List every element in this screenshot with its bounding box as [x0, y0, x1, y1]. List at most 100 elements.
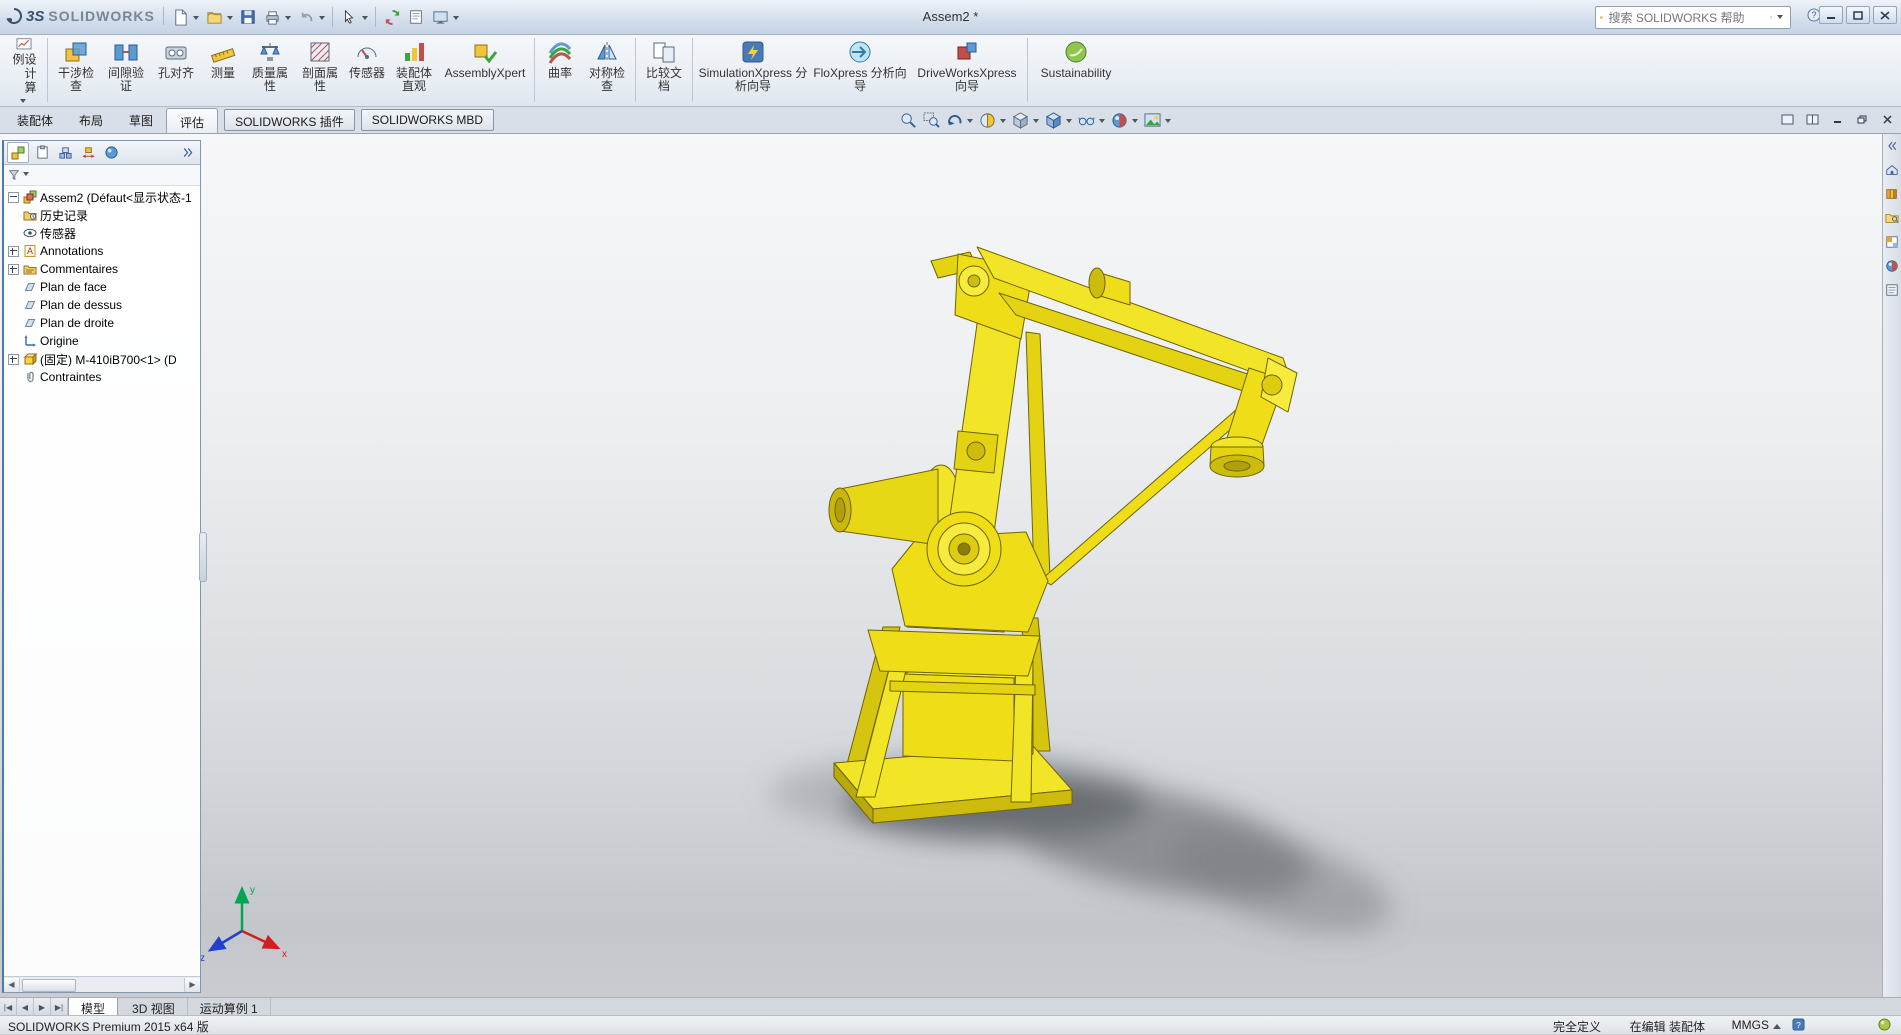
status-help-button[interactable]: ? — [1792, 1018, 1805, 1031]
previous-view-caret[interactable] — [967, 119, 973, 126]
viewport[interactable]: y x z — [0, 133, 1882, 998]
featuremanager-tree-tab[interactable] — [7, 142, 29, 163]
dimxpertmanager-tab[interactable] — [78, 143, 98, 162]
edit-appearance-caret[interactable] — [1132, 119, 1138, 126]
tree-item-top-plane[interactable]: Plan de dessus — [4, 296, 200, 314]
assembly-visualization-button[interactable]: 装配体直观 — [389, 35, 439, 105]
tree-item-sensors[interactable]: 传感器 — [4, 224, 200, 242]
driveworksxpress-button[interactable]: DriveWorksXpress 向导 — [910, 35, 1024, 105]
section-properties-button[interactable]: 剖面属性 — [295, 35, 345, 105]
panel-flyout-chevron[interactable] — [177, 143, 197, 162]
scroll-left-button[interactable]: ◀ — [4, 978, 20, 992]
options-caret[interactable] — [453, 16, 459, 23]
solidworks-resources-button[interactable] — [1884, 161, 1901, 178]
zoom-to-area-button[interactable] — [920, 110, 943, 131]
scrollbar-track[interactable] — [20, 978, 184, 992]
search-icon[interactable] — [1770, 11, 1773, 24]
apply-scene-caret[interactable] — [1165, 119, 1171, 126]
tree-item-right-plane[interactable]: Plan de droite — [4, 314, 200, 332]
tab-solidworks-mbd[interactable]: SOLIDWORKS MBD — [361, 109, 494, 131]
propertymanager-tab[interactable] — [32, 143, 52, 162]
sustainability-button[interactable]: Sustainability — [1031, 35, 1121, 105]
doc-minimize-button[interactable] — [1827, 110, 1848, 128]
display-style-caret[interactable] — [1066, 119, 1072, 126]
open-caret[interactable] — [227, 16, 233, 23]
select-tool-button[interactable] — [337, 5, 361, 29]
expander-plus[interactable] — [8, 264, 19, 275]
doc-restore-button[interactable] — [1852, 110, 1873, 128]
hole-alignment-button[interactable]: 孔对齐 — [151, 35, 201, 105]
search-input[interactable] — [1607, 10, 1766, 26]
undo-caret[interactable] — [319, 16, 325, 23]
tab-nav-previous-button[interactable]: ◀ — [17, 998, 34, 1016]
view-orientation-caret[interactable] — [1033, 119, 1039, 126]
print-button[interactable] — [260, 5, 284, 29]
appearances-scenes-button[interactable] — [1884, 257, 1901, 274]
display-style-button[interactable] — [1042, 110, 1065, 131]
custom-properties-button[interactable] — [1884, 281, 1901, 298]
section-view-caret[interactable] — [1000, 119, 1006, 126]
units-selector[interactable]: MMGS — [1732, 1018, 1781, 1032]
scrollbar-thumb[interactable] — [22, 979, 76, 992]
tab-assembly[interactable]: 装配体 — [4, 107, 66, 133]
3d-views-tab[interactable]: 3D 视图 — [120, 998, 188, 1016]
view-orientation-button[interactable] — [1009, 110, 1032, 131]
interference-check-button[interactable]: 干涉检查 — [51, 35, 101, 105]
search-scope-caret[interactable] — [1777, 15, 1783, 22]
section-view-button[interactable] — [976, 110, 999, 131]
tree-item-front-plane[interactable]: Plan de face — [4, 278, 200, 296]
new-document-button[interactable] — [168, 5, 192, 29]
expander-minus[interactable] — [8, 192, 19, 203]
compare-documents-button[interactable]: 比较文档 — [639, 35, 689, 105]
curvature-button[interactable]: 曲率 — [538, 35, 582, 105]
sensor-button[interactable]: 传感器 — [345, 35, 389, 105]
minimize-button[interactable] — [1819, 6, 1843, 24]
tree-item-mates[interactable]: Contraintes — [4, 368, 200, 386]
file-explorer-button[interactable] — [1884, 209, 1901, 226]
clearance-verify-button[interactable]: 间隙验证 — [101, 35, 151, 105]
design-library-button[interactable] — [1884, 185, 1901, 202]
doc-close-button[interactable] — [1877, 110, 1898, 128]
hide-show-items-button[interactable] — [1075, 110, 1098, 131]
design-study-button[interactable]: 设计算例 — [4, 34, 44, 106]
scroll-right-button[interactable]: ▶ — [184, 978, 200, 992]
taskpane-expand-chevron[interactable] — [1884, 137, 1901, 154]
tree-item-history[interactable]: 历史记录 — [4, 206, 200, 224]
zoom-to-fit-button[interactable] — [897, 110, 920, 131]
close-button[interactable] — [1873, 6, 1897, 24]
file-properties-button[interactable] — [404, 5, 428, 29]
tree-horizontal-scrollbar[interactable]: ◀ ▶ — [4, 976, 200, 992]
tree-filter-row[interactable] — [4, 165, 200, 186]
save-button[interactable] — [236, 5, 260, 29]
viewport-split-button[interactable] — [1802, 110, 1823, 128]
model-robot-assembly[interactable]: y x z — [0, 133, 1882, 998]
tab-nav-first-button[interactable]: |◀ — [0, 998, 17, 1016]
hide-show-items-caret[interactable] — [1099, 119, 1105, 126]
undo-button[interactable] — [294, 5, 318, 29]
tab-nav-next-button[interactable]: ▶ — [34, 998, 51, 1016]
options-button[interactable] — [428, 5, 452, 29]
select-caret[interactable] — [362, 16, 368, 23]
tab-nav-last-button[interactable]: ▶| — [51, 998, 68, 1016]
view-palette-button[interactable] — [1884, 233, 1901, 250]
tab-layout[interactable]: 布局 — [66, 107, 116, 133]
open-button[interactable] — [202, 5, 226, 29]
symmetry-check-button[interactable]: 对称检查 — [582, 35, 632, 105]
configurationmanager-tab[interactable] — [55, 143, 75, 162]
tab-sketch[interactable]: 草图 — [116, 107, 166, 133]
panel-splitter-handle[interactable] — [199, 532, 207, 582]
simulationxpress-button[interactable]: SimulationXpress 分析向导 — [696, 35, 810, 105]
model-tab[interactable]: 模型 — [68, 998, 118, 1016]
quick-tips-button[interactable] — [1878, 1018, 1891, 1031]
floxpress-button[interactable]: FloXpress 分析向导 — [810, 35, 910, 105]
edit-appearance-button[interactable] — [1108, 110, 1131, 131]
tab-solidworks-addins[interactable]: SOLIDWORKS 插件 — [224, 109, 355, 131]
rebuild-button[interactable] — [380, 5, 404, 29]
displaymanager-tab[interactable] — [101, 143, 121, 162]
robot-body[interactable] — [829, 247, 1297, 823]
motion-study-tab[interactable]: 运动算例 1 — [188, 998, 271, 1016]
measure-button[interactable]: 测量 — [201, 35, 245, 105]
viewport-single-button[interactable] — [1777, 110, 1798, 128]
assemblyxpert-button[interactable]: AssemblyXpert — [439, 35, 531, 105]
tree-item-annotations[interactable]: A Annotations — [4, 242, 200, 260]
